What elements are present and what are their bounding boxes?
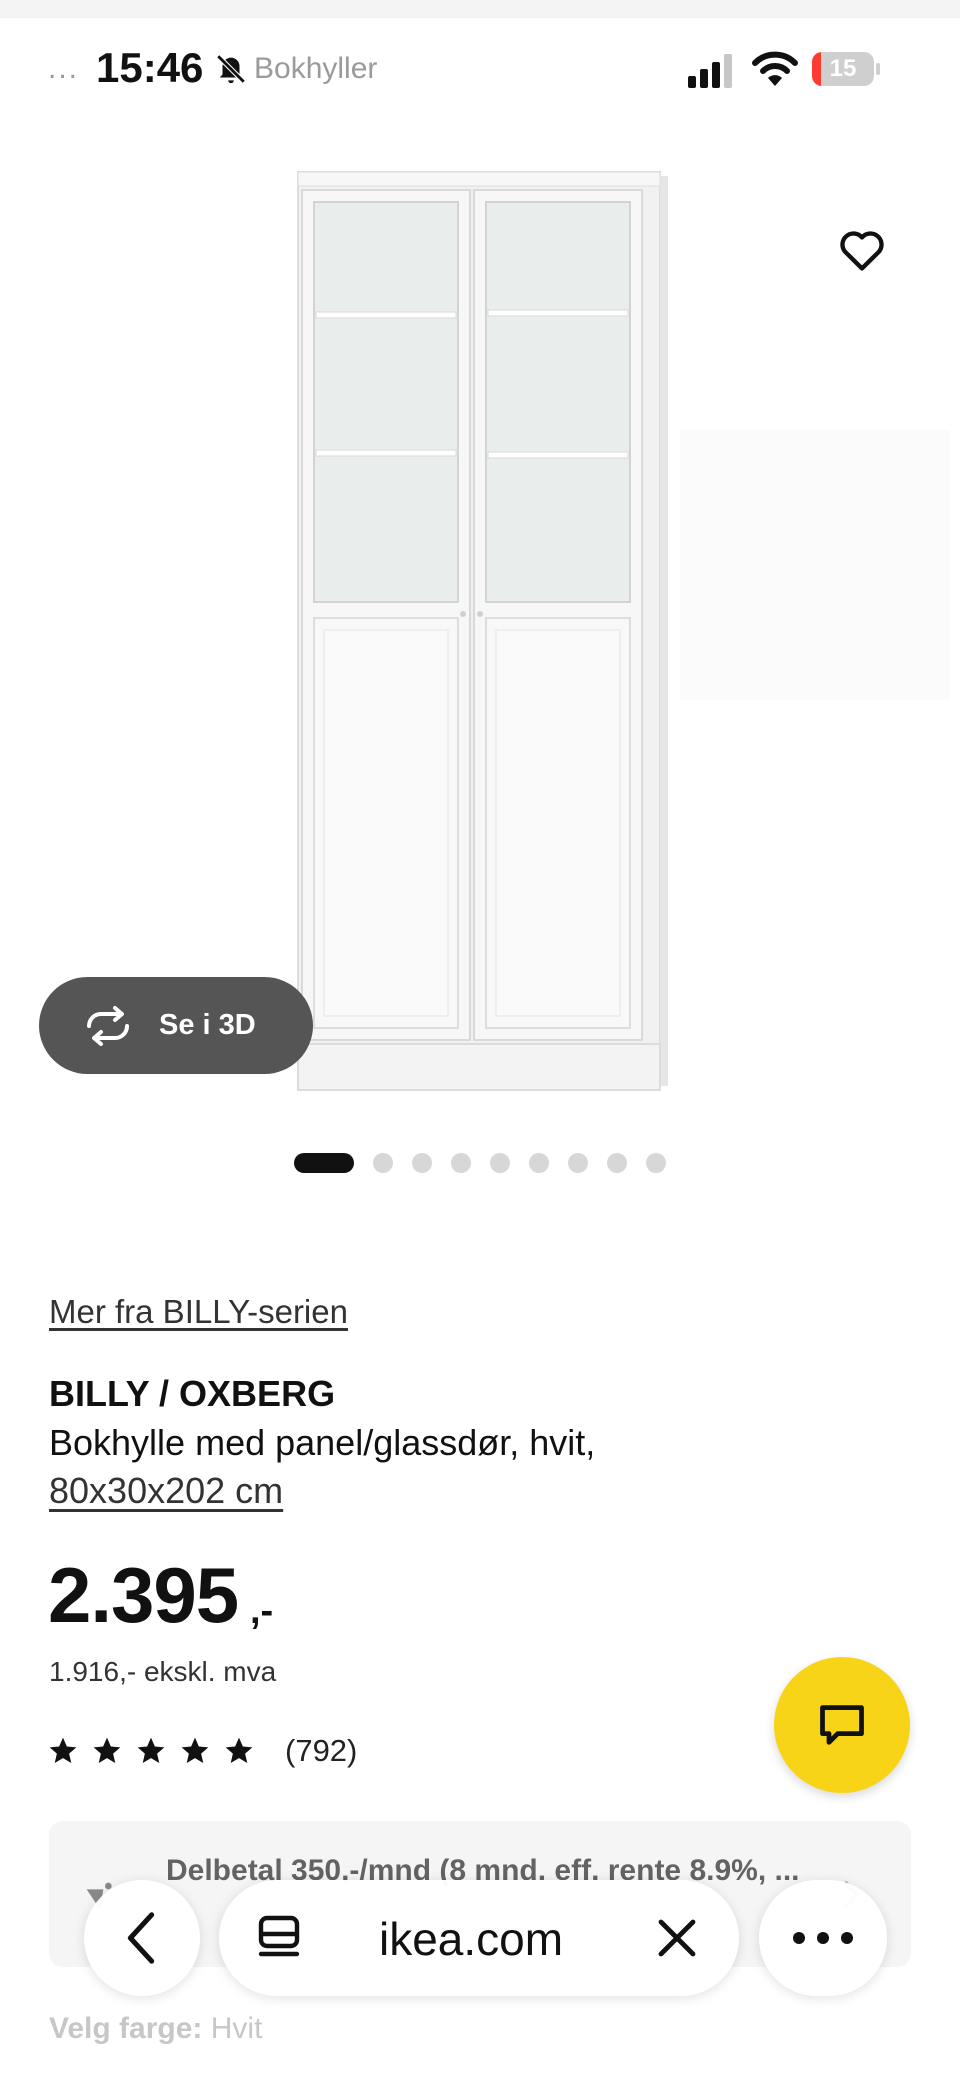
price-excl-vat: 1.916,- ekskl. mva xyxy=(49,1656,277,1687)
star-icon xyxy=(93,1737,121,1763)
star-icon xyxy=(181,1737,209,1763)
carousel-dot-active[interactable] xyxy=(294,1153,354,1173)
color-selector[interactable]: Velg farge: Hvit xyxy=(49,2012,262,2046)
breadcrumb[interactable]: ... xyxy=(48,52,79,86)
series-link[interactable]: Mer fra BILLY-serien xyxy=(49,1293,348,1331)
product-page: ... 15:46 Bokhyller 15 Se i 3D Mer fra B… xyxy=(0,0,960,2081)
product-image-bookcase[interactable] xyxy=(290,168,670,1098)
carousel-dot[interactable] xyxy=(529,1153,549,1173)
product-rating[interactable]: (792) xyxy=(47,1733,357,1769)
ellipsis-icon xyxy=(793,1932,853,1944)
color-selector-value: Hvit xyxy=(210,2012,263,2045)
battery-tip xyxy=(876,63,880,75)
chevron-left-icon xyxy=(127,1912,155,1964)
image-carousel-indicator[interactable] xyxy=(294,1152,685,1174)
carousel-dot[interactable] xyxy=(490,1153,510,1173)
breadcrumb-ellipsis[interactable]: ... xyxy=(48,52,79,86)
status-bar: ... 15:46 Bokhyller 15 xyxy=(0,0,960,140)
rotate-3d-icon xyxy=(87,1005,129,1046)
carousel-dot[interactable] xyxy=(568,1153,588,1173)
browser-toolbar: ikea.com xyxy=(0,1880,960,2000)
chat-icon xyxy=(820,1705,864,1745)
image-background-shade xyxy=(680,430,950,700)
favorite-heart-icon[interactable] xyxy=(836,224,888,276)
carousel-dot[interactable] xyxy=(451,1153,471,1173)
url-text[interactable]: ikea.com xyxy=(379,1912,563,1966)
chat-button[interactable] xyxy=(774,1657,910,1793)
carousel-dot[interactable] xyxy=(646,1153,666,1173)
address-bar[interactable]: ikea.com xyxy=(219,1880,739,1996)
breadcrumb-current[interactable]: Bokhyller xyxy=(254,52,377,86)
battery-indicator: 15 xyxy=(812,52,880,86)
close-icon[interactable] xyxy=(653,1914,701,1962)
product-price: 2.395 xyxy=(48,1551,239,1639)
carousel-dot[interactable] xyxy=(412,1153,432,1173)
review-count[interactable]: (792) xyxy=(285,1733,357,1769)
cellular-signal-icon xyxy=(688,54,732,88)
price-suffix: ,- xyxy=(250,1590,274,1632)
star-icon xyxy=(49,1737,77,1763)
bell-muted-icon xyxy=(216,54,246,84)
color-selector-label: Velg farge: xyxy=(49,2012,203,2045)
back-button[interactable] xyxy=(84,1880,200,1996)
star-icon xyxy=(137,1737,165,1763)
product-description: Bokhylle med panel/glassdør, hvit, xyxy=(49,1422,596,1463)
clock: 15:46 xyxy=(96,44,204,91)
carousel-dot[interactable] xyxy=(373,1153,393,1173)
product-size-link[interactable]: 80x30x202 cm xyxy=(49,1470,283,1512)
product-name: BILLY / OXBERG xyxy=(49,1373,336,1414)
top-divider xyxy=(0,0,960,18)
reader-tabs-icon[interactable] xyxy=(253,1912,305,1964)
star-icon xyxy=(225,1737,253,1763)
view-in-3d-button[interactable]: Se i 3D xyxy=(39,977,313,1074)
battery-body: 15 xyxy=(812,52,874,86)
view-in-3d-label: Se i 3D xyxy=(159,1009,256,1041)
wifi-icon xyxy=(752,51,798,86)
battery-level: 15 xyxy=(829,55,857,82)
carousel-dot[interactable] xyxy=(607,1153,627,1173)
more-options-button[interactable] xyxy=(759,1880,887,1996)
